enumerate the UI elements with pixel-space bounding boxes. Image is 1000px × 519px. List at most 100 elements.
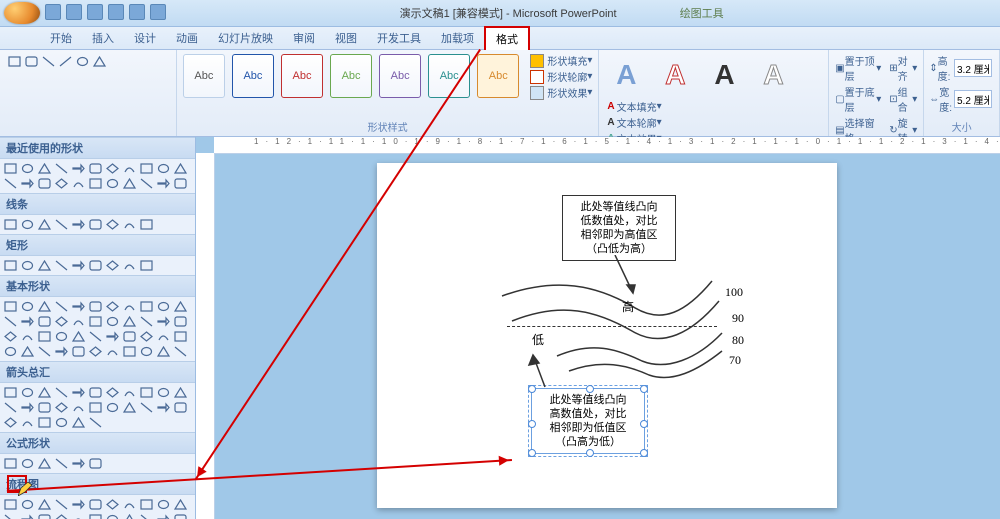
redo-icon[interactable] (87, 4, 103, 20)
shape-item[interactable] (20, 345, 35, 358)
tab-developer[interactable]: 开发工具 (367, 27, 431, 49)
shape-item[interactable] (156, 401, 171, 414)
shape-item[interactable] (20, 330, 35, 343)
shape-item[interactable] (54, 498, 69, 511)
shape-item[interactable] (156, 330, 171, 343)
undo-icon[interactable] (66, 4, 82, 20)
shape-item[interactable] (122, 315, 137, 328)
shape-item[interactable] (54, 218, 69, 231)
shape-item[interactable] (3, 345, 18, 358)
shape-style-6[interactable]: Abc (428, 54, 470, 98)
shape-item[interactable] (139, 330, 154, 343)
shape-item[interactable] (173, 162, 188, 175)
shape-outline-button[interactable]: 形状轮廓 ▾ (530, 69, 592, 84)
shape-item[interactable] (54, 259, 69, 272)
shape-style-1[interactable]: Abc (183, 54, 225, 98)
shape-item[interactable] (37, 218, 52, 231)
shape-item[interactable] (139, 162, 154, 175)
shape-item[interactable] (173, 330, 188, 343)
shape-item[interactable] (54, 345, 69, 358)
save-icon[interactable] (45, 4, 61, 20)
shape-item[interactable] (156, 345, 171, 358)
shape-item[interactable] (88, 162, 103, 175)
shape-item[interactable] (54, 386, 69, 399)
shape-item[interactable] (88, 401, 103, 414)
shape-item[interactable] (122, 330, 137, 343)
wordart-style-1[interactable]: A (605, 54, 647, 96)
shape-item[interactable] (122, 218, 137, 231)
shape-item[interactable] (37, 401, 52, 414)
shape-item[interactable] (20, 386, 35, 399)
shape-item[interactable] (105, 177, 120, 190)
shape-item[interactable] (105, 513, 120, 519)
shape-item[interactable] (105, 315, 120, 328)
shape-item[interactable] (105, 386, 120, 399)
send-back-button[interactable]: ▢ 置于底层 ▾ (835, 84, 881, 114)
shape-mini[interactable] (58, 55, 73, 68)
shape-item[interactable] (173, 345, 188, 358)
qat-icon-4[interactable] (108, 4, 124, 20)
shape-item[interactable] (20, 315, 35, 328)
shape-item[interactable] (88, 315, 103, 328)
shape-item[interactable] (105, 498, 120, 511)
shape-item[interactable] (71, 386, 86, 399)
shape-item[interactable] (3, 162, 18, 175)
shape-item[interactable] (3, 386, 18, 399)
shape-style-2[interactable]: Abc (232, 54, 274, 98)
shape-item[interactable] (54, 162, 69, 175)
shape-item[interactable] (156, 315, 171, 328)
shape-item[interactable] (156, 498, 171, 511)
shape-item[interactable] (54, 177, 69, 190)
shape-item[interactable] (122, 513, 137, 519)
bring-front-button[interactable]: ▣ 置于顶层 ▾ (835, 53, 881, 83)
wordart-style-2[interactable]: A (654, 54, 696, 96)
shape-mini[interactable] (75, 55, 90, 68)
shape-style-4[interactable]: Abc (330, 54, 372, 98)
shape-item[interactable] (173, 177, 188, 190)
shape-item[interactable] (20, 218, 35, 231)
shape-item[interactable] (54, 457, 69, 470)
shape-item[interactable] (3, 315, 18, 328)
shape-item[interactable] (139, 315, 154, 328)
callout-bottom[interactable]: 此处等值线凸向 高数值处，对比 相邻即为低值区 （凸高为低） (531, 388, 645, 454)
slide[interactable]: 此处等值线凸向 低数值处，对比 相邻即为高值区 （凸低为高） 高 低 100 9… (377, 163, 837, 508)
tab-insert[interactable]: 插入 (82, 27, 124, 49)
shape-item[interactable] (139, 218, 154, 231)
shape-item[interactable] (173, 513, 188, 519)
shape-item[interactable] (139, 498, 154, 511)
qat-more-icon[interactable] (150, 4, 166, 20)
shape-item[interactable] (105, 345, 120, 358)
shape-item[interactable] (88, 218, 103, 231)
tab-design[interactable]: 设计 (124, 27, 166, 49)
wordart-style-3[interactable]: A (703, 54, 745, 96)
shape-item[interactable] (71, 416, 86, 429)
shape-item[interactable] (71, 330, 86, 343)
shape-item[interactable] (37, 416, 52, 429)
shape-item[interactable] (139, 259, 154, 272)
tab-addins[interactable]: 加载项 (431, 27, 484, 49)
shape-item[interactable] (20, 177, 35, 190)
shape-item[interactable] (105, 330, 120, 343)
shape-item[interactable] (139, 513, 154, 519)
shape-item[interactable] (122, 386, 137, 399)
shape-item[interactable] (71, 401, 86, 414)
height-field[interactable]: ⇕ 高度: (929, 53, 994, 83)
shape-item[interactable] (122, 300, 137, 313)
shape-item[interactable] (173, 300, 188, 313)
shape-style-7[interactable]: Abc (477, 54, 519, 98)
group-button[interactable]: ⊡ 组合 ▾ (889, 84, 917, 114)
shape-item[interactable] (122, 177, 137, 190)
shape-item[interactable] (139, 345, 154, 358)
tab-animation[interactable]: 动画 (166, 27, 208, 49)
shape-item[interactable] (37, 457, 52, 470)
shape-item[interactable] (71, 513, 86, 519)
wordart-style-4[interactable]: A (753, 54, 795, 96)
shape-item[interactable] (71, 345, 86, 358)
office-button[interactable] (4, 2, 40, 24)
shape-item[interactable] (37, 315, 52, 328)
shape-item[interactable] (88, 345, 103, 358)
shape-item[interactable] (88, 300, 103, 313)
shape-item[interactable] (54, 401, 69, 414)
shape-item[interactable] (105, 300, 120, 313)
shape-item[interactable] (122, 498, 137, 511)
